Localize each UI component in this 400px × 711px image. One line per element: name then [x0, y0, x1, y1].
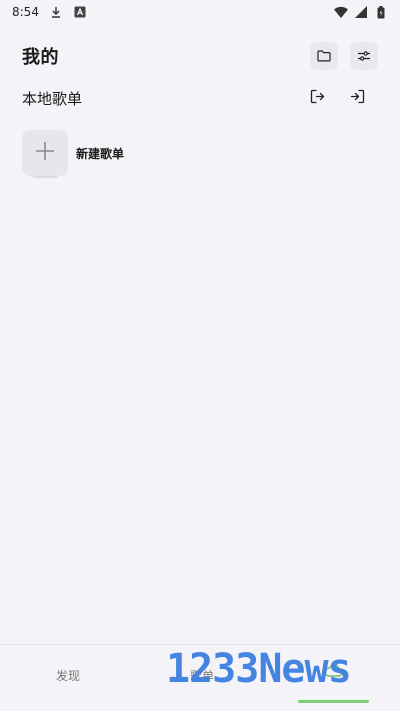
sliders-icon [357, 47, 371, 66]
import-icon [350, 89, 365, 108]
status-right [334, 5, 388, 19]
header-actions [310, 42, 378, 70]
status-bar: 8:54 [0, 0, 400, 24]
page-title: 我的 [22, 47, 59, 68]
nav-item-discover[interactable]: 发现 [56, 667, 80, 684]
a-badge-icon [73, 5, 87, 19]
export-button[interactable] [306, 87, 328, 109]
status-time: 8:54 [12, 5, 39, 19]
plus-icon [35, 141, 55, 165]
status-left: 8:54 [12, 5, 87, 19]
local-playlists-header: 本地歌单 [22, 84, 378, 112]
settings-button[interactable] [350, 42, 378, 70]
import-button[interactable] [346, 87, 368, 109]
watermark-logo: 1233News [166, 646, 352, 692]
new-playlist-label: 新建歌单 [76, 146, 125, 161]
download-icon [49, 5, 63, 19]
header: 我的 [22, 40, 378, 72]
cover-tile [22, 130, 68, 176]
local-playlists-title: 本地歌单 [22, 89, 83, 108]
active-tab-indicator [298, 700, 369, 703]
new-playlist-cover [22, 130, 68, 180]
new-playlist-button[interactable]: 新建歌单 [22, 130, 124, 180]
local-playlists-actions [306, 87, 368, 109]
battery-icon [374, 5, 388, 19]
folder-button[interactable] [310, 42, 338, 70]
export-icon [310, 89, 325, 108]
signal-icon [354, 5, 368, 19]
folder-icon [317, 47, 331, 66]
wifi-icon [334, 5, 348, 19]
